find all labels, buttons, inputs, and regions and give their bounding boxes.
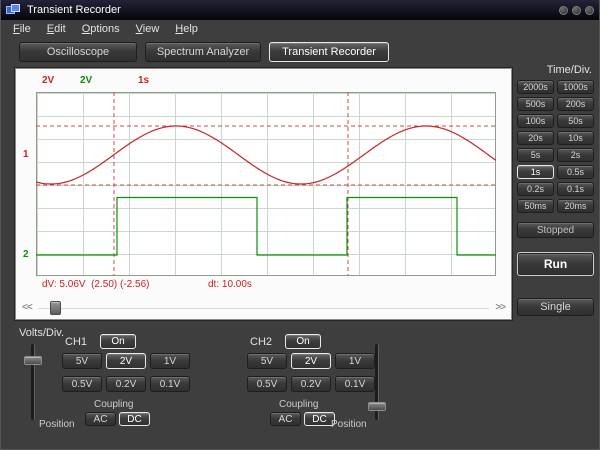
timediv-50s[interactable]: 50s: [557, 114, 594, 128]
timediv-2000s[interactable]: 2000s: [517, 80, 554, 94]
ch2-0-5v-button[interactable]: 0.5V: [247, 376, 287, 392]
menu-file[interactable]: File: [5, 22, 39, 36]
tab-oscilloscope[interactable]: Oscilloscope: [19, 42, 137, 62]
timediv-500s[interactable]: 500s: [517, 97, 554, 111]
ch1-volts-grid: 5V 2V 1V 0.5V 0.2V 0.1V: [62, 353, 190, 392]
ch1-dc-button[interactable]: DC: [119, 412, 150, 426]
close-button[interactable]: [585, 6, 594, 15]
ch2-volts-grid: 5V 2V 1V 0.5V 0.2V 0.1V: [247, 353, 375, 392]
ch1-5v-button[interactable]: 5V: [62, 353, 102, 369]
status-indicator: Stopped: [517, 222, 594, 238]
scroll-left-button[interactable]: <<: [22, 302, 32, 313]
ch2-on-button[interactable]: On: [285, 334, 321, 349]
ch2-ground-marker[interactable]: 2: [23, 249, 29, 260]
timediv-20ms[interactable]: 20ms: [557, 199, 594, 213]
ch2-ac-button[interactable]: AC: [270, 412, 301, 426]
ch1-label: CH1: [65, 336, 87, 348]
timediv-200s[interactable]: 200s: [557, 97, 594, 111]
scope-display: 2V 2V 1s 1 2 dV: 5.06V (2.50) (-2.56) dt…: [15, 68, 512, 320]
ch2-position-label: Position: [331, 419, 367, 430]
app-icon: [6, 4, 22, 16]
ch1-volts-label: 2V: [42, 75, 54, 86]
window-title: Transient Recorder: [27, 4, 121, 16]
ch1-0-1v-button[interactable]: 0.1V: [150, 376, 190, 392]
titlebar: Transient Recorder: [1, 0, 599, 20]
ch1-position-slider: [23, 344, 43, 420]
menu-view[interactable]: View: [128, 22, 168, 36]
ch2-5v-button[interactable]: 5V: [247, 353, 287, 369]
scroll-track[interactable]: [38, 308, 489, 309]
ch1-0-5v-button[interactable]: 0.5V: [62, 376, 102, 392]
timebase-label: 1s: [138, 75, 149, 86]
timediv-1000s[interactable]: 1000s: [557, 80, 594, 94]
scroll-thumb[interactable]: [50, 301, 61, 315]
timediv-0-2s[interactable]: 0.2s: [517, 182, 554, 196]
tab-transient-recorder[interactable]: Transient Recorder: [269, 42, 389, 62]
ch2-volts-label: 2V: [80, 75, 92, 86]
volts-div-title: Volts/Div.: [19, 327, 64, 339]
timediv-5s[interactable]: 5s: [517, 148, 554, 162]
timediv-0-1s[interactable]: 0.1s: [557, 182, 594, 196]
ch2-position-slider: [367, 344, 387, 420]
ch1-0-2v-button[interactable]: 0.2V: [106, 376, 146, 392]
ch2-waveform: [36, 198, 496, 256]
timediv-100s[interactable]: 100s: [517, 114, 554, 128]
ch1-1v-button[interactable]: 1V: [150, 353, 190, 369]
time-div-grid: 2000s 1000s 500s 200s 100s 50s 20s 10s 5…: [517, 80, 594, 213]
timediv-0-5s[interactable]: 0.5s: [557, 165, 594, 179]
ch2-position-thumb[interactable]: [368, 402, 386, 411]
maximize-button[interactable]: [572, 6, 581, 15]
ch1-ac-button[interactable]: AC: [85, 412, 116, 426]
window-controls: [559, 6, 594, 15]
ch2-0-2v-button[interactable]: 0.2V: [291, 376, 331, 392]
ch2-label: CH2: [250, 336, 272, 348]
ch1-on-button[interactable]: On: [100, 334, 136, 349]
ch1-2v-button[interactable]: 2V: [106, 353, 146, 369]
menu-edit[interactable]: Edit: [39, 22, 74, 36]
ch1-ground-marker[interactable]: 1: [23, 149, 29, 160]
timediv-10s[interactable]: 10s: [557, 131, 594, 145]
waveform-svg: [36, 92, 496, 276]
ch1-position-thumb[interactable]: [24, 356, 42, 365]
scope-scrollbar: << >>: [18, 300, 509, 316]
tab-spectrum-analyzer[interactable]: Spectrum Analyzer: [145, 42, 261, 62]
timediv-1s[interactable]: 1s: [517, 165, 554, 179]
delta-voltage-readout: dV: 5.06V (2.50) (-2.56): [42, 279, 149, 290]
ch1-waveform: [36, 126, 496, 184]
menubar: File Edit Options View Help: [1, 20, 599, 38]
menu-options[interactable]: Options: [74, 22, 128, 36]
single-button[interactable]: Single: [517, 298, 594, 316]
ch2-coupling-label: Coupling: [279, 399, 318, 410]
minimize-button[interactable]: [559, 6, 568, 15]
delta-time-readout: dt: 10.00s: [208, 279, 252, 290]
app-window: Transient Recorder File Edit Options Vie…: [0, 0, 600, 450]
run-button[interactable]: Run: [517, 252, 594, 276]
timediv-50ms[interactable]: 50ms: [517, 199, 554, 213]
menu-help[interactable]: Help: [167, 22, 206, 36]
ch1-position-label: Position: [39, 419, 75, 430]
timediv-2s[interactable]: 2s: [557, 148, 594, 162]
ch1-coupling-label: Coupling: [94, 399, 133, 410]
scroll-right-button[interactable]: >>: [495, 302, 505, 313]
ch2-2v-button[interactable]: 2V: [291, 353, 331, 369]
time-div-title: Time/Div.: [517, 64, 594, 76]
timediv-20s[interactable]: 20s: [517, 131, 554, 145]
